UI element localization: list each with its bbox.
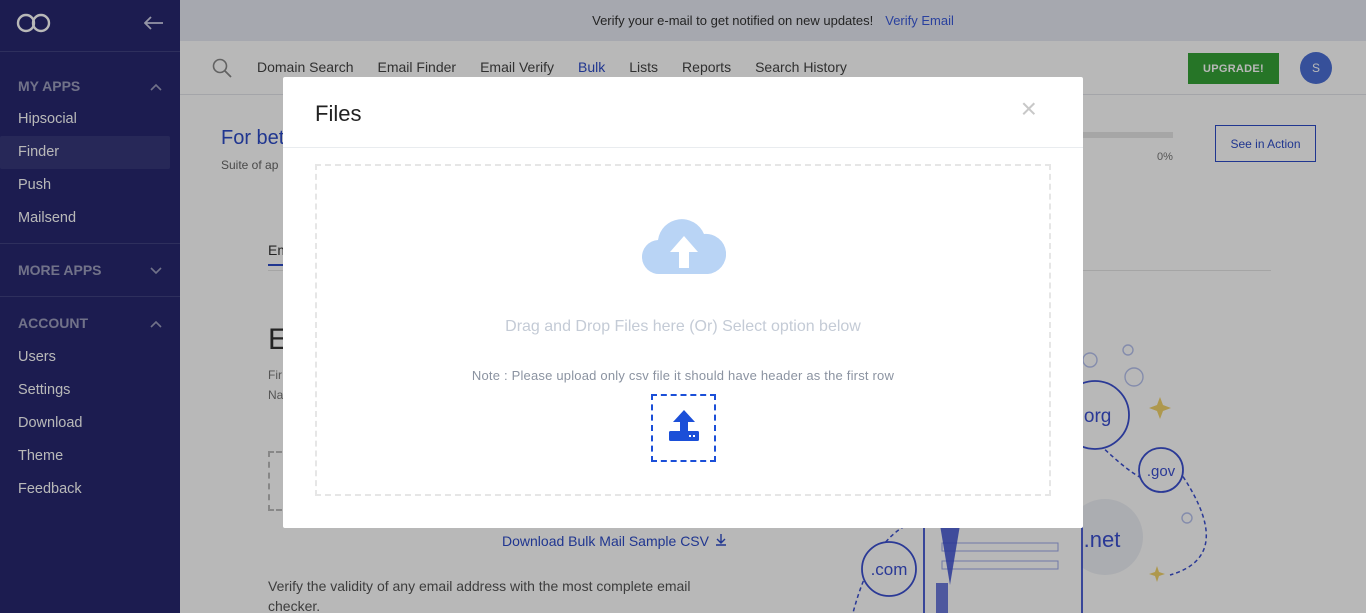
files-modal: Files × Drag and Drop Files here (Or) Se… [283,77,1083,528]
upload-file-button[interactable] [651,394,716,462]
upload-note: Note : Please upload only csv file it sh… [471,368,895,383]
dropzone-text: Drag and Drop Files here (Or) Select opt… [505,318,861,335]
upload-icon [667,409,701,448]
file-dropzone[interactable]: Drag and Drop Files here (Or) Select opt… [315,164,1051,496]
close-icon[interactable]: × [1021,95,1037,123]
modal-header: Files × [283,77,1083,148]
cloud-upload-icon [641,216,727,281]
modal-title: Files [315,101,362,126]
